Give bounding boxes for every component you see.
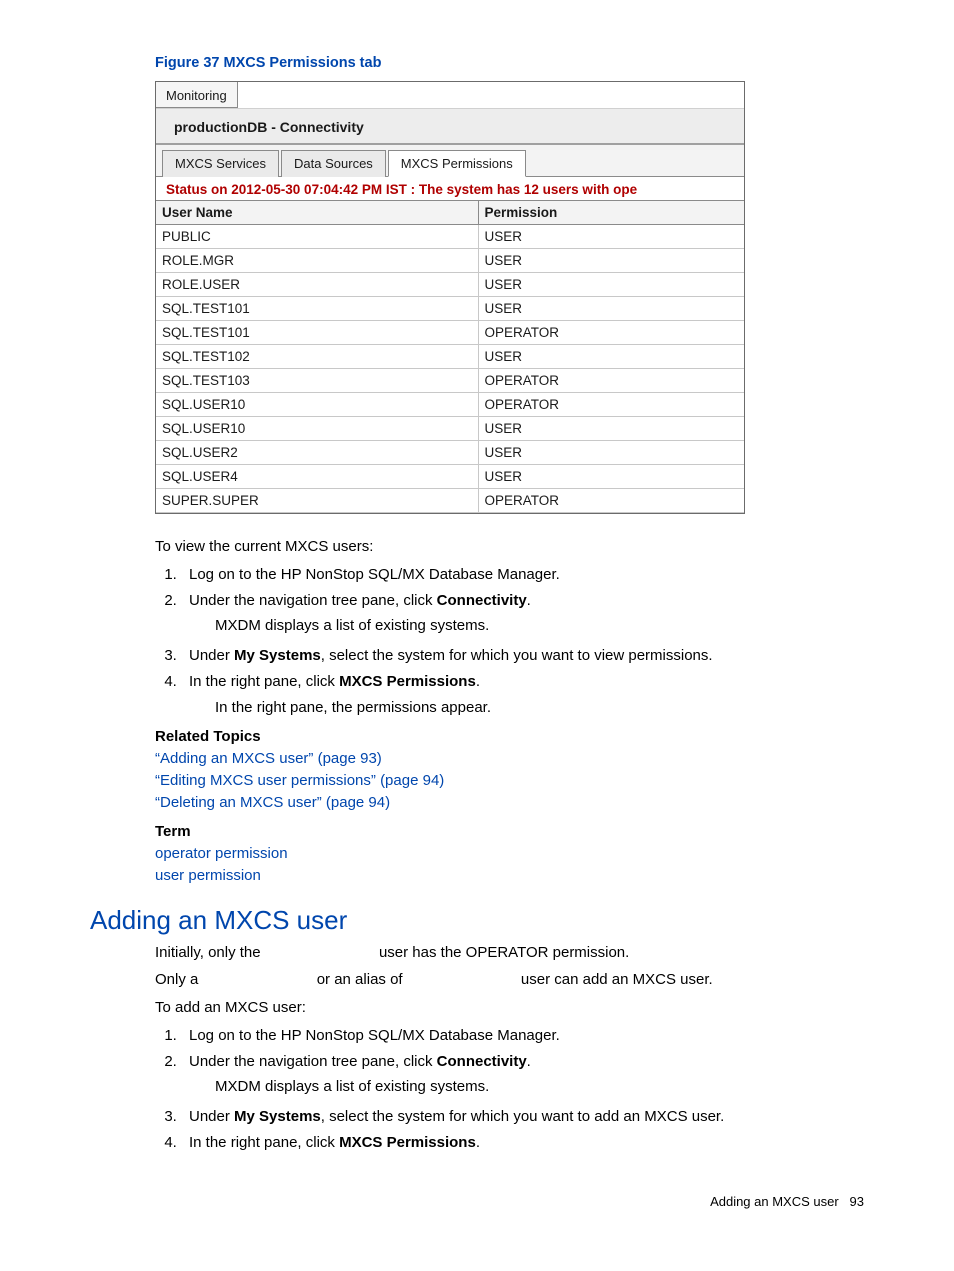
- table-row[interactable]: SQL.USER10USER: [156, 417, 744, 441]
- table-row[interactable]: SQL.TEST103OPERATOR: [156, 369, 744, 393]
- cell-username: SQL.TEST101: [156, 297, 478, 321]
- col-header-username[interactable]: User Name: [156, 201, 478, 225]
- list-item: Log on to the HP NonStop SQL/MX Database…: [181, 564, 864, 586]
- figure-caption: Figure 37 MXCS Permissions tab: [155, 55, 864, 71]
- table-row[interactable]: SQL.TEST101OPERATOR: [156, 321, 744, 345]
- table-row[interactable]: PUBLICUSER: [156, 225, 744, 249]
- list-item: Log on to the HP NonStop SQL/MX Database…: [181, 1025, 864, 1047]
- cell-permission: USER: [478, 417, 744, 441]
- cell-permission: USER: [478, 345, 744, 369]
- list-item: Under My Systems, select the system for …: [181, 645, 864, 667]
- term-link[interactable]: operator permission: [155, 843, 864, 865]
- related-link[interactable]: “Adding an MXCS user” (page 93): [155, 748, 864, 770]
- table-row[interactable]: SUPER.SUPEROPERATOR: [156, 489, 744, 513]
- cell-username: SQL.TEST102: [156, 345, 478, 369]
- col-header-permission[interactable]: Permission: [478, 201, 744, 225]
- table-row[interactable]: SQL.USER2USER: [156, 441, 744, 465]
- step-subtext: In the right pane, the permissions appea…: [215, 697, 864, 719]
- tab-monitoring[interactable]: Monitoring: [156, 82, 238, 108]
- cell-username: SQL.TEST101: [156, 321, 478, 345]
- table-row[interactable]: ROLE.MGRUSER: [156, 249, 744, 273]
- intro-view-users: To view the current MXCS users:: [155, 536, 864, 558]
- related-topics-heading: Related Topics: [155, 726, 864, 748]
- list-item: Under the navigation tree pane, click Co…: [181, 590, 864, 612]
- related-link[interactable]: “Editing MXCS user permissions” (page 94…: [155, 770, 864, 792]
- term-link[interactable]: user permission: [155, 865, 864, 887]
- list-item: In the right pane, click MXCS Permission…: [181, 1132, 864, 1154]
- cell-permission: USER: [478, 465, 744, 489]
- tab-mxcs-permissions[interactable]: MXCS Permissions: [388, 150, 526, 177]
- cell-permission: OPERATOR: [478, 369, 744, 393]
- cell-permission: USER: [478, 273, 744, 297]
- step-subtext: MXDM displays a list of existing systems…: [215, 1076, 864, 1098]
- tab-data-sources[interactable]: Data Sources: [281, 150, 386, 177]
- status-line: Status on 2012-05-30 07:04:42 PM IST : T…: [156, 177, 744, 200]
- cell-permission: USER: [478, 441, 744, 465]
- cell-permission: OPERATOR: [478, 489, 744, 513]
- heading-adding-mxcs-user: Adding an MXCS user: [90, 905, 864, 936]
- para-initially: Initially, only the user has the OPERATO…: [155, 942, 864, 964]
- intro-add-user: To add an MXCS user:: [155, 997, 864, 1019]
- table-row[interactable]: ROLE.USERUSER: [156, 273, 744, 297]
- cell-username: SQL.USER10: [156, 417, 478, 441]
- page-footer: Adding an MXCS user 93: [90, 1194, 864, 1209]
- cell-permission: USER: [478, 297, 744, 321]
- cell-username: ROLE.MGR: [156, 249, 478, 273]
- cell-username: SQL.TEST103: [156, 369, 478, 393]
- list-item: In the right pane, click MXCS Permission…: [181, 671, 864, 693]
- permissions-table: User Name Permission PUBLICUSERROLE.MGRU…: [156, 200, 744, 513]
- related-link[interactable]: “Deleting an MXCS user” (page 94): [155, 792, 864, 814]
- cell-permission: USER: [478, 225, 744, 249]
- tab-bar: MXCS Services Data Sources MXCS Permissi…: [156, 145, 744, 177]
- cell-permission: OPERATOR: [478, 393, 744, 417]
- para-only-a: Only a or an alias of user can add an MX…: [155, 969, 864, 991]
- table-row[interactable]: SQL.USER10OPERATOR: [156, 393, 744, 417]
- cell-username: SUPER.SUPER: [156, 489, 478, 513]
- cell-username: SQL.USER4: [156, 465, 478, 489]
- panel-title: productionDB - Connectivity: [156, 108, 744, 145]
- table-row[interactable]: SQL.TEST102USER: [156, 345, 744, 369]
- list-item: Under the navigation tree pane, click Co…: [181, 1051, 864, 1073]
- cell-permission: OPERATOR: [478, 321, 744, 345]
- cell-username: ROLE.USER: [156, 273, 478, 297]
- term-heading: Term: [155, 821, 864, 843]
- table-row[interactable]: SQL.USER4USER: [156, 465, 744, 489]
- cell-username: PUBLIC: [156, 225, 478, 249]
- tab-mxcs-services[interactable]: MXCS Services: [162, 150, 279, 177]
- list-item: Under My Systems, select the system for …: [181, 1106, 864, 1128]
- cell-username: SQL.USER2: [156, 441, 478, 465]
- cell-username: SQL.USER10: [156, 393, 478, 417]
- cell-permission: USER: [478, 249, 744, 273]
- table-row[interactable]: SQL.TEST101USER: [156, 297, 744, 321]
- screenshot-panel: Monitoring productionDB - Connectivity M…: [155, 81, 745, 514]
- step-subtext: MXDM displays a list of existing systems…: [215, 615, 864, 637]
